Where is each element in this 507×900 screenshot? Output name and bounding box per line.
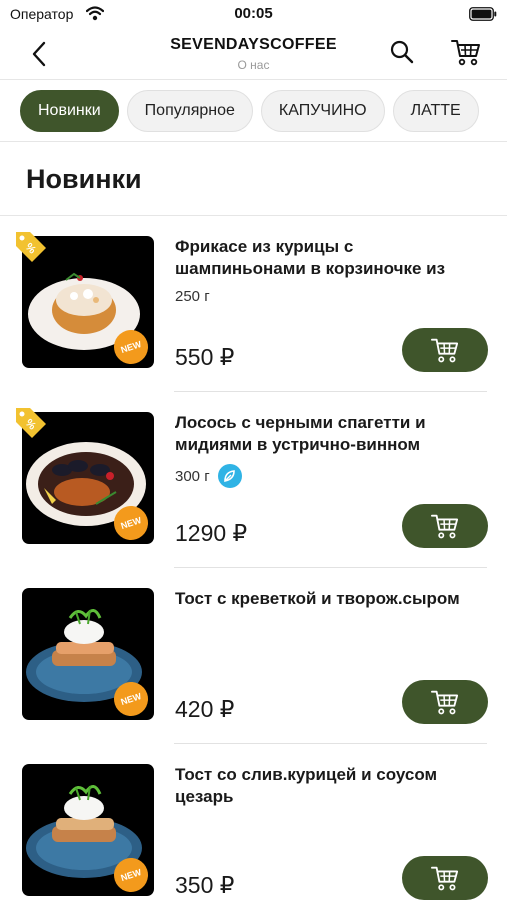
product-name: Тост с креветкой и творож.сыром — [175, 589, 460, 608]
add-to-cart-button[interactable] — [402, 504, 488, 548]
category-chip-latte[interactable]: ЛАТТЕ — [392, 90, 479, 132]
discount-tag-icon: % — [16, 408, 46, 438]
nav-bar: SEVENDAYSCOFFEE О нас — [0, 28, 507, 80]
section-title: Новинки — [26, 164, 142, 194]
add-to-cart-button[interactable] — [402, 328, 488, 372]
product-weight: 300 г — [175, 464, 242, 488]
product-weight: 250 г — [175, 288, 210, 305]
product-name: Тост со слив.курицей и соусом цезарь — [175, 765, 438, 806]
add-to-cart-button[interactable] — [402, 856, 488, 900]
cart-icon — [431, 866, 459, 891]
product-card[interactable]: % NEW Лосось с черными спагетти и мидиям… — [0, 392, 507, 568]
search-icon — [390, 40, 414, 64]
cart-icon — [431, 690, 459, 715]
about-link[interactable]: О нас — [0, 58, 507, 72]
category-tabs: Новинки Популярное КАПУЧИНО ЛАТТЕ — [0, 80, 507, 142]
cart-icon — [431, 514, 459, 539]
status-bar: Оператор 00:05 — [0, 0, 507, 28]
product-price: 550 ₽ — [175, 344, 235, 370]
discount-tag-icon: % — [16, 232, 46, 262]
product-name: Лосось с черными спагетти и мидиями в ус… — [175, 413, 426, 454]
product-price: 420 ₽ — [175, 696, 235, 722]
category-chip-cappuccino[interactable]: КАПУЧИНО — [260, 90, 385, 132]
product-name: Фрикасе из курицы с шампиньонами в корзи… — [175, 237, 446, 278]
cart-icon — [431, 338, 459, 363]
product-list: % NEW Фрикасе из курицы с шампиньонами в… — [0, 216, 507, 900]
product-card[interactable]: NEW Тост с креветкой и творож.сыром 420 … — [0, 568, 507, 744]
product-card[interactable]: NEW Тост со слив.курицей и соусом цезарь… — [0, 744, 507, 900]
category-chip-new[interactable]: Новинки — [20, 90, 119, 132]
product-weight-value: 250 г — [175, 288, 210, 305]
header-cart-button[interactable] — [448, 36, 484, 68]
status-time: 00:05 — [234, 5, 273, 22]
product-price: 1290 ₽ — [175, 520, 248, 546]
cart-icon — [451, 40, 480, 66]
battery-icon — [469, 7, 497, 21]
product-card[interactable]: % NEW Фрикасе из курицы с шампиньонами в… — [0, 216, 507, 392]
product-weight-value: 300 г — [175, 467, 210, 485]
vegetarian-icon — [217, 464, 242, 488]
add-to-cart-button[interactable] — [402, 680, 488, 724]
nav-title: SEVENDAYSCOFFEE — [170, 36, 337, 53]
search-button[interactable] — [386, 36, 418, 68]
category-chip-popular[interactable]: Популярное — [126, 90, 253, 132]
product-price: 350 ₽ — [175, 872, 235, 898]
